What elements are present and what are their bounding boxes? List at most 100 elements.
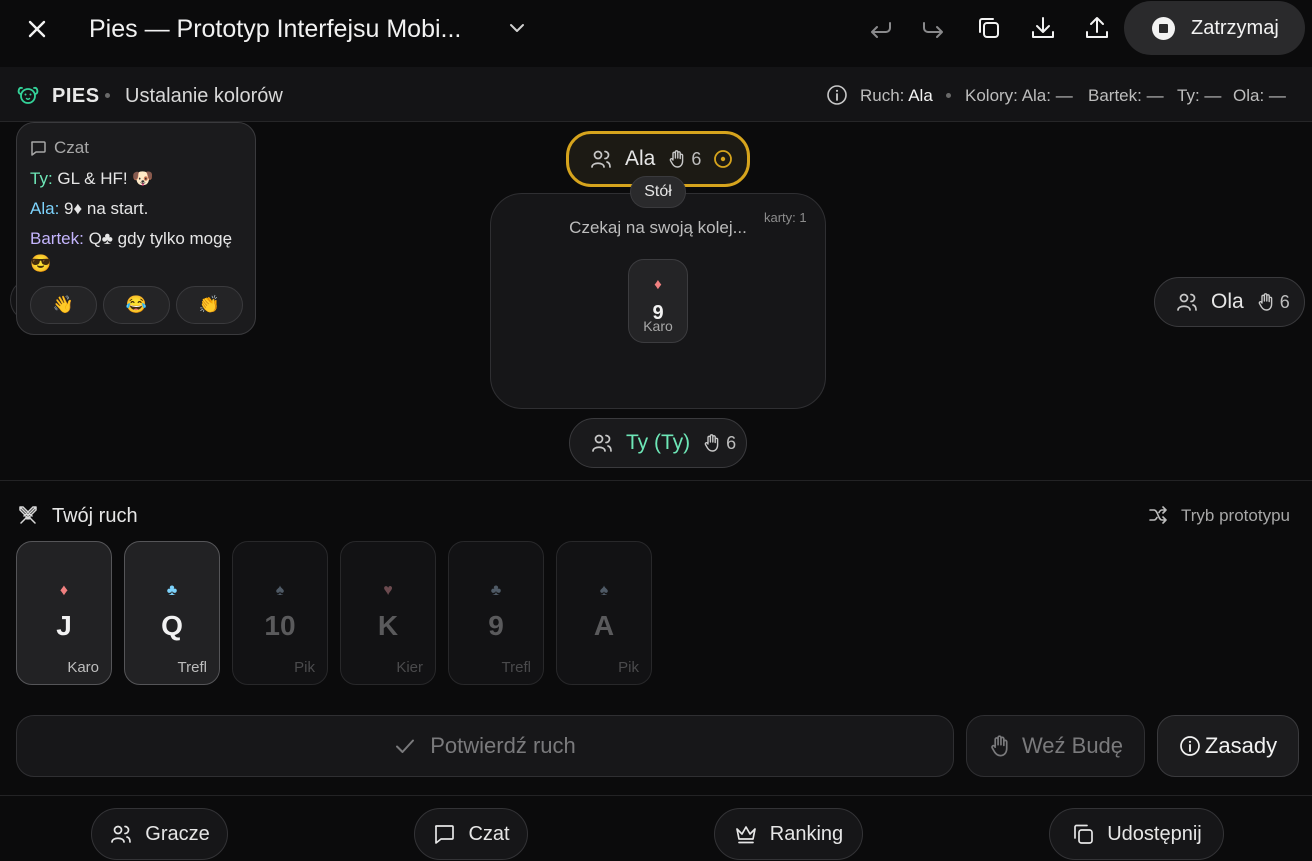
hand-card[interactable]: ♥ K Kier <box>340 541 436 685</box>
chat-author: Bartek: <box>30 229 84 248</box>
chat-panel: Czat Ty: GL & HF! 🐶 Ala: 9♦ na start. Ba… <box>16 122 256 335</box>
window-title[interactable]: Pies — Prototyp Interfejsu Mobi... <box>89 15 461 44</box>
card-rank: A <box>593 610 615 641</box>
colors-ala: Kolory: Ala: — <box>965 86 1073 105</box>
hand-icon <box>670 150 684 168</box>
undo-icon[interactable] <box>866 14 894 42</box>
download-icon[interactable] <box>1029 14 1057 42</box>
hand-card[interactable]: ♠ 10 Pik <box>232 541 328 685</box>
shuffle-icon <box>1149 506 1167 524</box>
turn-marker-icon <box>714 150 733 168</box>
hand-count: 6 <box>726 432 737 453</box>
card-rank: 9 <box>488 610 504 641</box>
nav-share-label: Udostępnij <box>1107 822 1202 845</box>
take-pile-button[interactable]: Weź Budę <box>966 715 1145 777</box>
chat-author: Ty: <box>30 169 53 188</box>
separator-dot <box>105 93 110 98</box>
card-rank: 10 <box>264 610 296 641</box>
card-suit: ♥ <box>383 582 393 599</box>
confirm-move-button[interactable]: Potwierdź ruch <box>16 715 954 777</box>
hand-card[interactable]: ♣ 9 Trefl <box>448 541 544 685</box>
hand-card[interactable]: ♣ Q Trefl <box>124 541 220 685</box>
info-icon <box>1180 736 1200 756</box>
chevron-down-icon[interactable] <box>505 16 529 40</box>
chat-text: GL & HF! 🐶 <box>52 169 154 188</box>
hand-icon <box>991 735 1008 757</box>
card-suit-name: Kier <box>396 659 423 676</box>
divider <box>0 795 1312 796</box>
nav-chat-button[interactable]: Czat <box>414 808 528 860</box>
card-suit-name: Karo <box>67 659 99 676</box>
users-icon <box>592 434 612 452</box>
chat-message: Bartek: Q♣ gdy tylko mogę 😎 <box>30 226 245 276</box>
stop-button[interactable]: Zatrzymaj <box>1124 1 1305 55</box>
table-top-card: ♦ 9 Karo <box>628 259 688 343</box>
chat-message: Ala: 9♦ na start. <box>30 196 245 221</box>
colors-ty: Ty: — <box>1177 86 1222 105</box>
card-suit-name: Pik <box>294 659 315 676</box>
confirm-move-label: Potwierdź ruch <box>430 733 576 758</box>
chat-title: Czat <box>54 138 89 157</box>
chat-text: 9♦ na start. <box>59 199 149 218</box>
turn-indicator: Ruch: Ala <box>860 86 933 105</box>
card-suit-name: Trefl <box>177 659 207 676</box>
users-icon <box>1177 293 1197 311</box>
separator-dot <box>946 93 951 98</box>
player-name: Ala <box>625 147 656 170</box>
info-icon[interactable] <box>826 84 848 106</box>
colors-ola: Ola: — <box>1233 86 1286 105</box>
card-suit: ♠ <box>275 582 285 599</box>
rules-button[interactable]: Zasady <box>1157 715 1299 777</box>
stop-icon <box>1152 16 1175 40</box>
rules-label: Zasady <box>1204 733 1278 758</box>
chat-author: Ala: <box>30 199 60 218</box>
prototype-mode-label: Tryb prototypu <box>1181 506 1290 525</box>
card-suit: ♠ <box>599 582 609 599</box>
card-suit: ♦ <box>654 276 662 293</box>
copy-icon[interactable] <box>975 14 1003 42</box>
hand-count: 6 <box>1279 291 1290 312</box>
crown-icon <box>735 826 756 844</box>
check-icon <box>396 739 415 753</box>
reaction-laugh-button[interactable]: 😂 <box>103 286 170 324</box>
your-move-title: Twój ruch <box>52 505 138 527</box>
nav-share-button[interactable]: Udostępnij <box>1049 808 1224 860</box>
swords-icon <box>19 506 37 524</box>
hand-count: 6 <box>691 148 702 169</box>
player-chip-ola[interactable]: Ola 6 <box>1154 277 1305 327</box>
player-chip-ty[interactable]: Ty (Ty) 6 <box>569 418 747 468</box>
brand-name: PIES <box>52 85 100 107</box>
dog-icon <box>17 86 39 104</box>
card-suit: ♣ <box>490 582 502 599</box>
hand-card[interactable]: ♠ A Pik <box>556 541 652 685</box>
nav-chat-label: Czat <box>468 822 510 845</box>
chat-bubble-icon <box>31 141 46 156</box>
card-rank: K <box>377 610 399 641</box>
card-suit: ♦ <box>59 582 69 599</box>
player-name: Ty (Ty) <box>626 431 691 454</box>
reaction-clap-button[interactable]: 👏 <box>176 286 243 324</box>
nav-players-button[interactable]: Gracze <box>91 808 228 860</box>
upload-icon[interactable] <box>1083 14 1111 42</box>
table-label: Stół <box>630 176 686 208</box>
card-suit-name: Pik <box>618 659 639 676</box>
hand-icon <box>1258 293 1272 311</box>
colors-bartek: Bartek: — <box>1088 86 1164 105</box>
card-suit-name: Karo <box>643 318 673 334</box>
chat-message: Ty: GL & HF! 🐶 <box>30 166 245 191</box>
stop-label: Zatrzymaj <box>1191 16 1279 39</box>
top-bar: Pies — Prototyp Interfejsu Mobi... Zatrz… <box>0 0 1312 58</box>
hand-card[interactable]: ♦ J Karo <box>16 541 112 685</box>
copy-icon <box>1074 824 1094 844</box>
game-status-bar: PIES Ustalanie kolorów Ruch: Ala Kolory:… <box>0 67 1312 122</box>
take-pile-label: Weź Budę <box>1021 733 1124 758</box>
divider <box>0 480 1312 481</box>
redo-icon[interactable] <box>920 14 948 42</box>
wait-message: Czekaj na swoją kolej... <box>569 218 747 237</box>
close-icon[interactable] <box>22 14 52 44</box>
reaction-wave-button[interactable]: 👋 <box>30 286 97 324</box>
nav-ranking-button[interactable]: Ranking <box>714 808 863 860</box>
hand-icon <box>704 434 719 452</box>
nav-players-label: Gracze <box>145 822 210 845</box>
card-rank: J <box>56 610 72 641</box>
